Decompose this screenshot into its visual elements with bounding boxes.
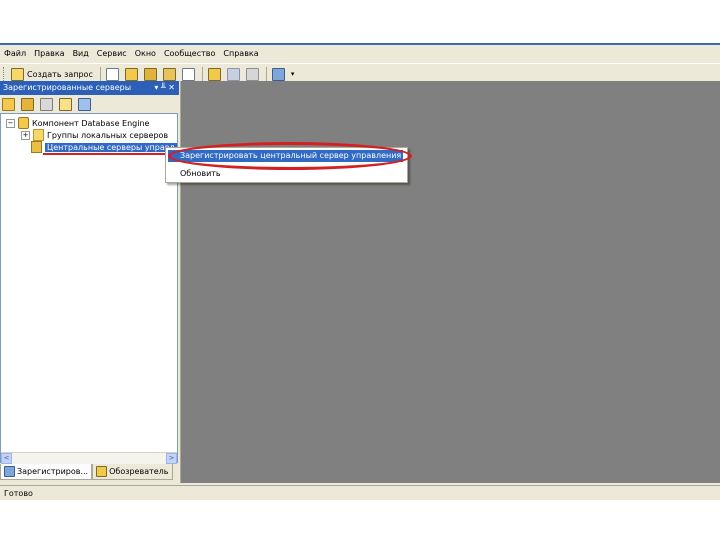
tree-node-database-engine[interactable]: − Компонент Database Engine — [6, 117, 149, 129]
red-ellipse-highlight — [168, 142, 412, 170]
menu-help[interactable]: Справка — [219, 47, 262, 61]
new-file-icon — [105, 67, 119, 81]
mdx-query-icon — [162, 67, 176, 81]
registered-servers-icon — [271, 67, 285, 81]
menu-bar: Файл Правка Вид Сервис Окно Сообщество С… — [0, 43, 720, 63]
sql-ce-icon — [78, 97, 91, 111]
database-query-icon — [124, 67, 138, 81]
mdx-query-button[interactable] — [161, 66, 178, 82]
menu-tools[interactable]: Сервис — [93, 47, 131, 61]
toolbar-overflow-button[interactable]: ▾ — [289, 66, 297, 82]
reporting-services-button[interactable] — [38, 96, 55, 112]
toolbar-grip[interactable] — [3, 67, 7, 81]
analysis-query-icon — [143, 67, 157, 81]
red-underline-mark — [43, 153, 169, 155]
panel-title-bar[interactable]: Зарегистрированные серверы ▾ ╨ ✕ — [0, 81, 179, 95]
analysis-services-icon — [21, 97, 34, 111]
save-button[interactable] — [225, 66, 242, 82]
integration-services-icon — [59, 97, 72, 111]
xmla-query-icon — [181, 67, 195, 81]
tab-object-explorer[interactable]: Обозреватель — [92, 464, 173, 480]
database-query-button[interactable] — [123, 66, 140, 82]
object-explorer-icon — [96, 466, 108, 477]
tree-node-label: Центральные серверы управл — [45, 142, 177, 152]
tree-node-label: Группы локальных серверов — [47, 130, 169, 140]
tab-label: Обозреватель — [109, 467, 169, 476]
panel-title: Зарегистрированные серверы — [3, 83, 132, 92]
registered-servers-button[interactable] — [270, 66, 287, 82]
menu-window[interactable]: Окно — [131, 47, 160, 61]
database-icon — [18, 117, 29, 129]
status-bar: Готово — [0, 485, 720, 500]
server-group-icon — [31, 141, 42, 153]
open-file-button[interactable] — [206, 66, 223, 82]
horizontal-scrollbar[interactable]: < > — [1, 452, 177, 464]
server-tree: − Компонент Database Engine + Группы лок… — [0, 113, 178, 463]
registered-servers-panel: Зарегистрированные серверы ▾ ╨ ✕ − Компо… — [0, 81, 181, 483]
toolbar-separator — [265, 67, 267, 81]
menu-view[interactable]: Вид — [69, 47, 93, 61]
new-query-button[interactable]: Создать запрос — [9, 66, 95, 82]
new-query-label: Создать запрос — [27, 69, 93, 79]
print-icon — [245, 67, 259, 81]
overflow-icon: ▾ — [290, 70, 295, 78]
toolbar-separator — [99, 67, 101, 81]
menu-edit[interactable]: Правка — [30, 47, 68, 61]
database-engine-icon — [2, 97, 15, 111]
sql-ce-button[interactable] — [76, 96, 93, 112]
app-window: Файл Правка Вид Сервис Окно Сообщество С… — [0, 43, 720, 500]
tab-registered-servers[interactable]: Зарегистриров... — [0, 464, 93, 480]
document-workspace — [181, 81, 720, 483]
analysis-query-button[interactable] — [142, 66, 159, 82]
folder-icon — [33, 129, 44, 141]
panel-controls[interactable]: ▾ ╨ ✕ — [154, 81, 175, 95]
status-text: Готово — [4, 489, 33, 498]
xmla-query-button[interactable] — [180, 66, 197, 82]
tree-node-central-management-servers[interactable]: Центральные серверы управл — [31, 141, 177, 153]
registered-servers-icon — [4, 466, 15, 477]
tab-label: Зарегистриров... — [17, 467, 89, 476]
tree-node-local-server-groups[interactable]: + Группы локальных серверов — [21, 129, 168, 141]
expand-icon[interactable]: + — [21, 130, 30, 140]
database-engine-button[interactable] — [0, 96, 17, 112]
panel-tabs: Зарегистриров... Обозреватель — [0, 464, 180, 482]
menu-file[interactable]: Файл — [0, 47, 30, 61]
new-query-icon — [11, 67, 24, 81]
scroll-right-button[interactable]: > — [166, 453, 177, 464]
menu-community[interactable]: Сообщество — [160, 47, 219, 61]
reporting-services-icon — [40, 97, 53, 111]
save-icon — [226, 67, 240, 81]
new-file-button[interactable] — [104, 66, 121, 82]
panel-toolbar — [0, 95, 180, 113]
collapse-icon[interactable]: − — [6, 118, 15, 128]
tree-node-label: Компонент Database Engine — [32, 118, 150, 128]
toolbar-separator — [201, 67, 203, 81]
scroll-left-button[interactable]: < — [1, 453, 12, 464]
print-button[interactable] — [244, 66, 261, 82]
integration-services-button[interactable] — [57, 96, 74, 112]
analysis-services-button[interactable] — [19, 96, 36, 112]
open-file-icon — [207, 67, 221, 81]
